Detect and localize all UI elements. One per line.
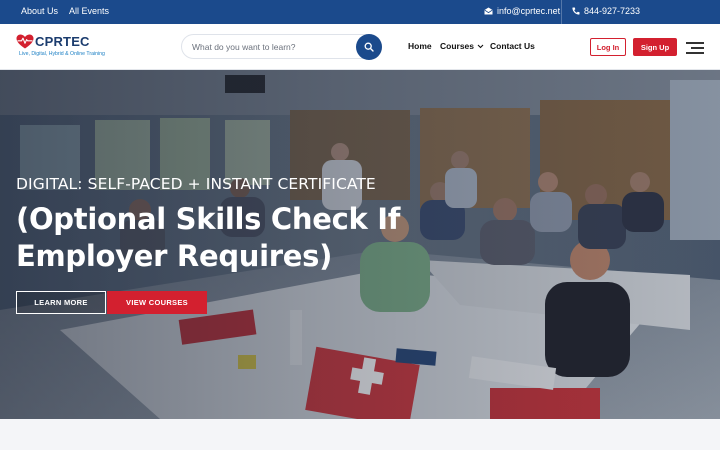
view-courses-button[interactable]: VIEW COURSES bbox=[107, 291, 207, 314]
search-box bbox=[181, 34, 382, 60]
heart-pulse-icon bbox=[16, 34, 34, 49]
chevron-down-icon bbox=[477, 44, 484, 48]
search-icon bbox=[364, 42, 374, 52]
about-us-link[interactable]: About Us bbox=[21, 6, 58, 16]
hero-section: DIGITAL: SELF-PACED + INSTANT CERTIFICAT… bbox=[0, 70, 720, 419]
all-events-link[interactable]: All Events bbox=[69, 6, 109, 16]
top-bar: About Us All Events info@cprtec.net 844-… bbox=[0, 0, 720, 24]
hamburger-menu-icon[interactable] bbox=[686, 40, 704, 54]
logo[interactable]: CPRTEC Live, Digital, Hybrid & Online Tr… bbox=[16, 34, 126, 62]
learn-more-button[interactable]: LEARN MORE bbox=[16, 291, 106, 314]
nav-courses[interactable]: Courses bbox=[440, 41, 484, 51]
page-content-area bbox=[0, 419, 720, 450]
nav-courses-label: Courses bbox=[440, 41, 475, 51]
email-contact[interactable]: info@cprtec.net bbox=[484, 6, 560, 16]
logo-tagline: Live, Digital, Hybrid & Online Training bbox=[19, 51, 105, 57]
signup-button[interactable]: Sign Up bbox=[633, 38, 677, 56]
envelope-icon bbox=[484, 7, 493, 15]
search-input[interactable] bbox=[192, 39, 352, 55]
site-header: CPRTEC Live, Digital, Hybrid & Online Tr… bbox=[0, 24, 720, 70]
phone-text: 844-927-7233 bbox=[584, 6, 641, 16]
nav-contact-us[interactable]: Contact Us bbox=[490, 41, 535, 51]
topbar-divider bbox=[561, 0, 562, 24]
email-text: info@cprtec.net bbox=[497, 6, 561, 16]
search-button[interactable] bbox=[356, 34, 382, 60]
phone-icon bbox=[572, 7, 580, 15]
phone-contact[interactable]: 844-927-7233 bbox=[572, 6, 640, 16]
hero-title: (Optional Skills Check If Employer Requi… bbox=[16, 202, 401, 273]
hero-subtitle: DIGITAL: SELF-PACED + INSTANT CERTIFICAT… bbox=[16, 175, 376, 193]
logo-name: CPRTEC bbox=[35, 34, 90, 49]
nav-home[interactable]: Home bbox=[408, 41, 432, 51]
login-button[interactable]: Log In bbox=[590, 38, 626, 56]
